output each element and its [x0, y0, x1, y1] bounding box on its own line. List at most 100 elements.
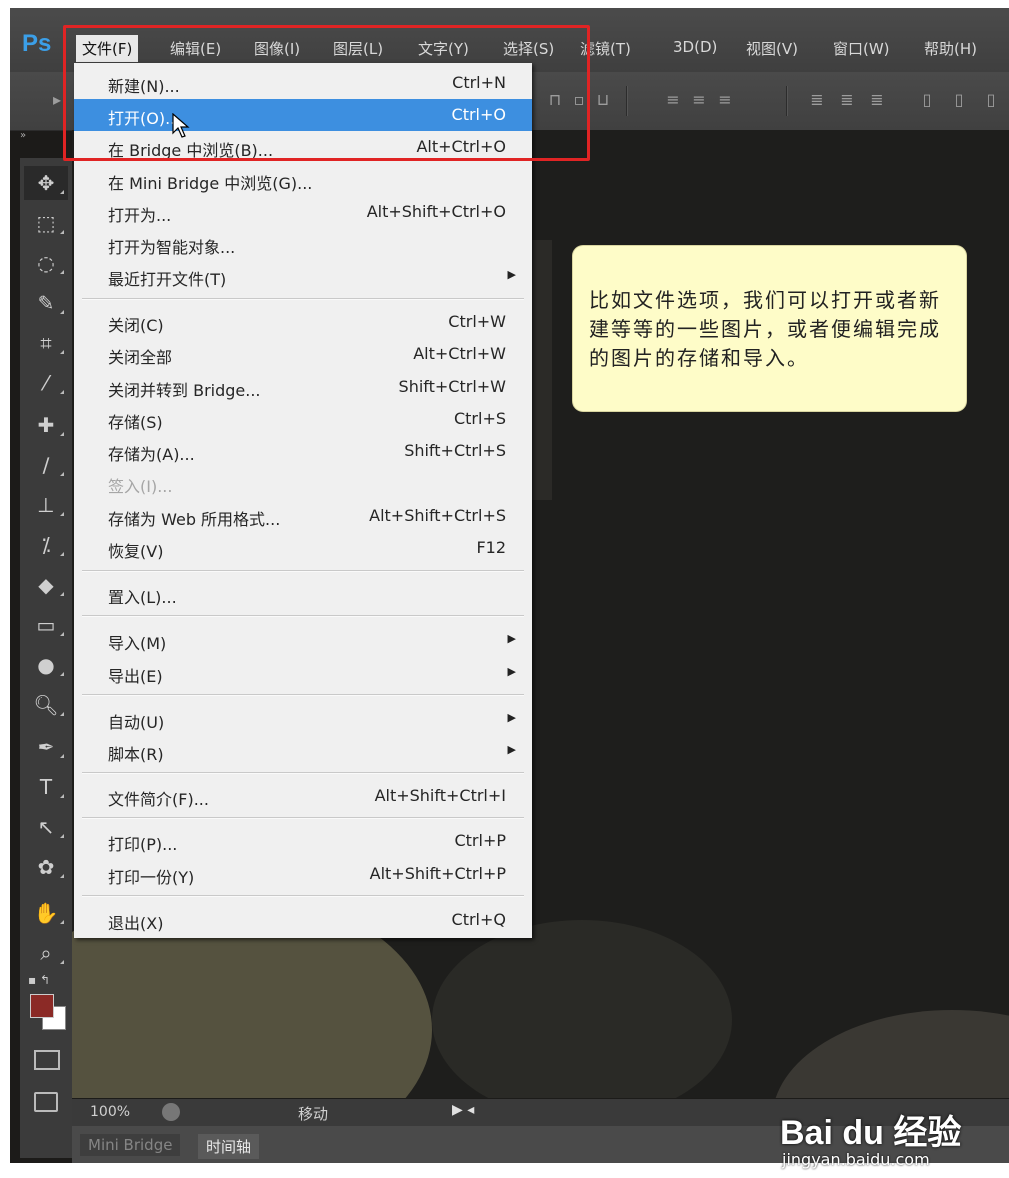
menu-item-close-go-bridge[interactable]: 关闭并转到 Bridge... Shift+Ctrl+W	[74, 371, 532, 403]
distribute-center-icon[interactable]: ≡	[690, 92, 708, 108]
menu-item-scripts[interactable]: 脚本(R) ▶	[74, 735, 532, 767]
crop-tool-icon[interactable]: ⌗	[24, 326, 68, 360]
status-menu-arrow-icon[interactable]: ▶ ◂	[452, 1102, 474, 1118]
eyedropper-icon[interactable]: ⁄	[24, 366, 68, 400]
shape-tool-icon[interactable]: ✿	[24, 850, 68, 884]
menu-item-save[interactable]: 存储(S) Ctrl+S	[74, 403, 532, 435]
menu-item-exit[interactable]: 退出(X) Ctrl+Q	[74, 904, 532, 936]
tab-timeline[interactable]: 时间轴	[198, 1134, 260, 1159]
menu-item-shortcut: Shift+Ctrl+W	[398, 377, 506, 396]
menu-item-close[interactable]: 关闭(C) Ctrl+W	[74, 306, 532, 338]
foreground-color-swatch[interactable]	[30, 994, 54, 1018]
menu-item-open-as[interactable]: 打开为... Alt+Shift+Ctrl+O	[74, 196, 532, 228]
menu-item-label: 打印一份(Y)	[108, 868, 195, 887]
eraser-icon[interactable]: ◆	[24, 568, 68, 602]
canvas-image-shape	[772, 1010, 1009, 1098]
menu-item-label: 关闭(C)	[108, 316, 164, 335]
menu-item-import[interactable]: 导入(M) ▶	[74, 624, 532, 656]
distribute-bottom-icon[interactable]: ≡	[716, 92, 734, 108]
document-info-icon[interactable]	[162, 1103, 180, 1121]
dodge-tool-icon[interactable]: 🔍︎	[24, 688, 68, 722]
blur-tool-icon[interactable]: ●	[24, 648, 68, 682]
menu-3d[interactable]: 3D(D)	[673, 38, 717, 56]
clone-stamp-icon[interactable]: ⊥	[24, 488, 68, 522]
gradient-tool-icon[interactable]: ▭	[24, 608, 68, 642]
menu-item-print[interactable]: 打印(P)... Ctrl+P	[74, 825, 532, 857]
menu-help[interactable]: 帮助(H)	[924, 38, 977, 59]
distribute-hspace-icon[interactable]: ▯	[950, 92, 968, 108]
menu-item-close-all[interactable]: 关闭全部 Alt+Ctrl+W	[74, 338, 532, 370]
menu-item-label: 打印(P)...	[108, 835, 178, 854]
menu-separator	[82, 772, 524, 774]
menu-separator	[82, 817, 524, 819]
menu-item-open-smart-object[interactable]: 打开为智能对象...	[74, 228, 532, 260]
menu-item-save-for-web[interactable]: 存储为 Web 所用格式... Alt+Shift+Ctrl+S	[74, 500, 532, 532]
path-select-icon[interactable]: ↖	[24, 810, 68, 844]
menu-separator	[82, 895, 524, 897]
zoom-level[interactable]: 100%	[90, 1104, 130, 1120]
quick-select-icon[interactable]: ✎	[24, 286, 68, 320]
tab-mini-bridge[interactable]: Mini Bridge	[80, 1134, 181, 1156]
distribute-left-icon[interactable]: ≣	[808, 92, 826, 108]
status-mode-text: 移动	[298, 1105, 329, 1123]
menu-item-recent-files[interactable]: 最近打开文件(T) ▶	[74, 260, 532, 292]
type-tool-icon[interactable]: T	[24, 770, 68, 804]
options-divider	[786, 86, 788, 116]
marquee-tool-icon[interactable]: ⬚	[24, 206, 68, 240]
menu-item-label: 导出(E)	[108, 667, 163, 686]
distribute-spacing-icon[interactable]: ▯	[918, 92, 936, 108]
highlight-annotation-box	[63, 25, 590, 161]
submenu-arrow-icon: ▶	[507, 711, 516, 724]
menu-item-export[interactable]: 导出(E) ▶	[74, 657, 532, 689]
menu-item-shortcut: Alt+Shift+Ctrl+S	[369, 506, 506, 525]
menu-item-label: 签入(I)...	[108, 477, 173, 496]
menu-item-file-info[interactable]: 文件简介(F)... Alt+Shift+Ctrl+I	[74, 780, 532, 812]
watermark-url: jingyan.baidu.com	[782, 1150, 930, 1169]
menu-item-label: 退出(X)	[108, 914, 164, 933]
menu-item-automate[interactable]: 自动(U) ▶	[74, 703, 532, 735]
menu-item-print-one[interactable]: 打印一份(Y) Alt+Shift+Ctrl+P	[74, 858, 532, 890]
brush-tool-icon[interactable]: ∕	[24, 448, 68, 482]
menu-item-label: 存储为 Web 所用格式...	[108, 510, 281, 529]
quick-mask-icon[interactable]	[34, 1050, 60, 1070]
menu-separator	[82, 694, 524, 696]
menu-item-browse-mini-bridge[interactable]: 在 Mini Bridge 中浏览(G)...	[74, 164, 532, 196]
menu-view[interactable]: 视图(V)	[746, 38, 798, 59]
menu-item-shortcut: Ctrl+Q	[451, 910, 506, 929]
distribute-top-icon[interactable]: ≡	[664, 92, 682, 108]
menu-item-label: 导入(M)	[108, 634, 167, 653]
baidu-jingyan-logo: Bai du 经验	[780, 1114, 962, 1152]
menu-item-revert[interactable]: 恢复(V) F12	[74, 532, 532, 564]
menu-item-label: 关闭全部	[108, 348, 173, 367]
menu-item-label: 置入(L)...	[108, 588, 177, 607]
healing-brush-icon[interactable]: ✚	[24, 408, 68, 442]
history-brush-icon[interactable]: ⁒	[24, 528, 68, 562]
photoshop-window: Ps 文件(F) 编辑(E) 图像(I) 图层(L) 文字(Y) 选择(S) 滤…	[10, 8, 1009, 1163]
screen-mode-icon[interactable]	[34, 1092, 58, 1112]
menu-window[interactable]: 窗口(W)	[833, 38, 890, 59]
hand-tool-icon[interactable]: ✋	[24, 896, 68, 930]
file-menu-dropdown: 新建(N)... Ctrl+N 打开(O)... Ctrl+O 在 Bridge…	[74, 63, 532, 938]
submenu-arrow-icon: ▶	[507, 268, 516, 281]
move-tool-icon[interactable]: ✥	[24, 166, 68, 200]
distribute-right-icon[interactable]: ≣	[868, 92, 886, 108]
zoom-tool-icon[interactable]: ⌕	[24, 936, 68, 970]
menu-separator	[82, 570, 524, 572]
menu-item-shortcut: Ctrl+W	[448, 312, 506, 331]
distribute-vspace-icon[interactable]: ▯	[982, 92, 1000, 108]
pen-tool-icon[interactable]: ✒	[24, 730, 68, 764]
menu-item-save-as[interactable]: 存储为(A)... Shift+Ctrl+S	[74, 435, 532, 467]
menu-item-label: 最近打开文件(T)	[108, 270, 227, 289]
canvas-image-shape	[432, 920, 732, 1098]
submenu-arrow-icon: ▶	[507, 743, 516, 756]
swap-colors-icon[interactable]: ▪ ↰	[28, 973, 50, 987]
submenu-arrow-icon: ▶	[507, 665, 516, 678]
menu-item-label: 关闭并转到 Bridge...	[108, 381, 261, 400]
menu-item-shortcut: F12	[476, 538, 506, 557]
lasso-tool-icon[interactable]: ◌	[24, 246, 68, 280]
align-bottom-icon[interactable]: ⊔	[594, 92, 612, 108]
menu-item-place[interactable]: 置入(L)...	[74, 578, 532, 610]
menu-separator	[82, 615, 524, 617]
menu-item-shortcut: Alt+Shift+Ctrl+O	[366, 202, 506, 221]
distribute-hcenter-icon[interactable]: ≣	[838, 92, 856, 108]
